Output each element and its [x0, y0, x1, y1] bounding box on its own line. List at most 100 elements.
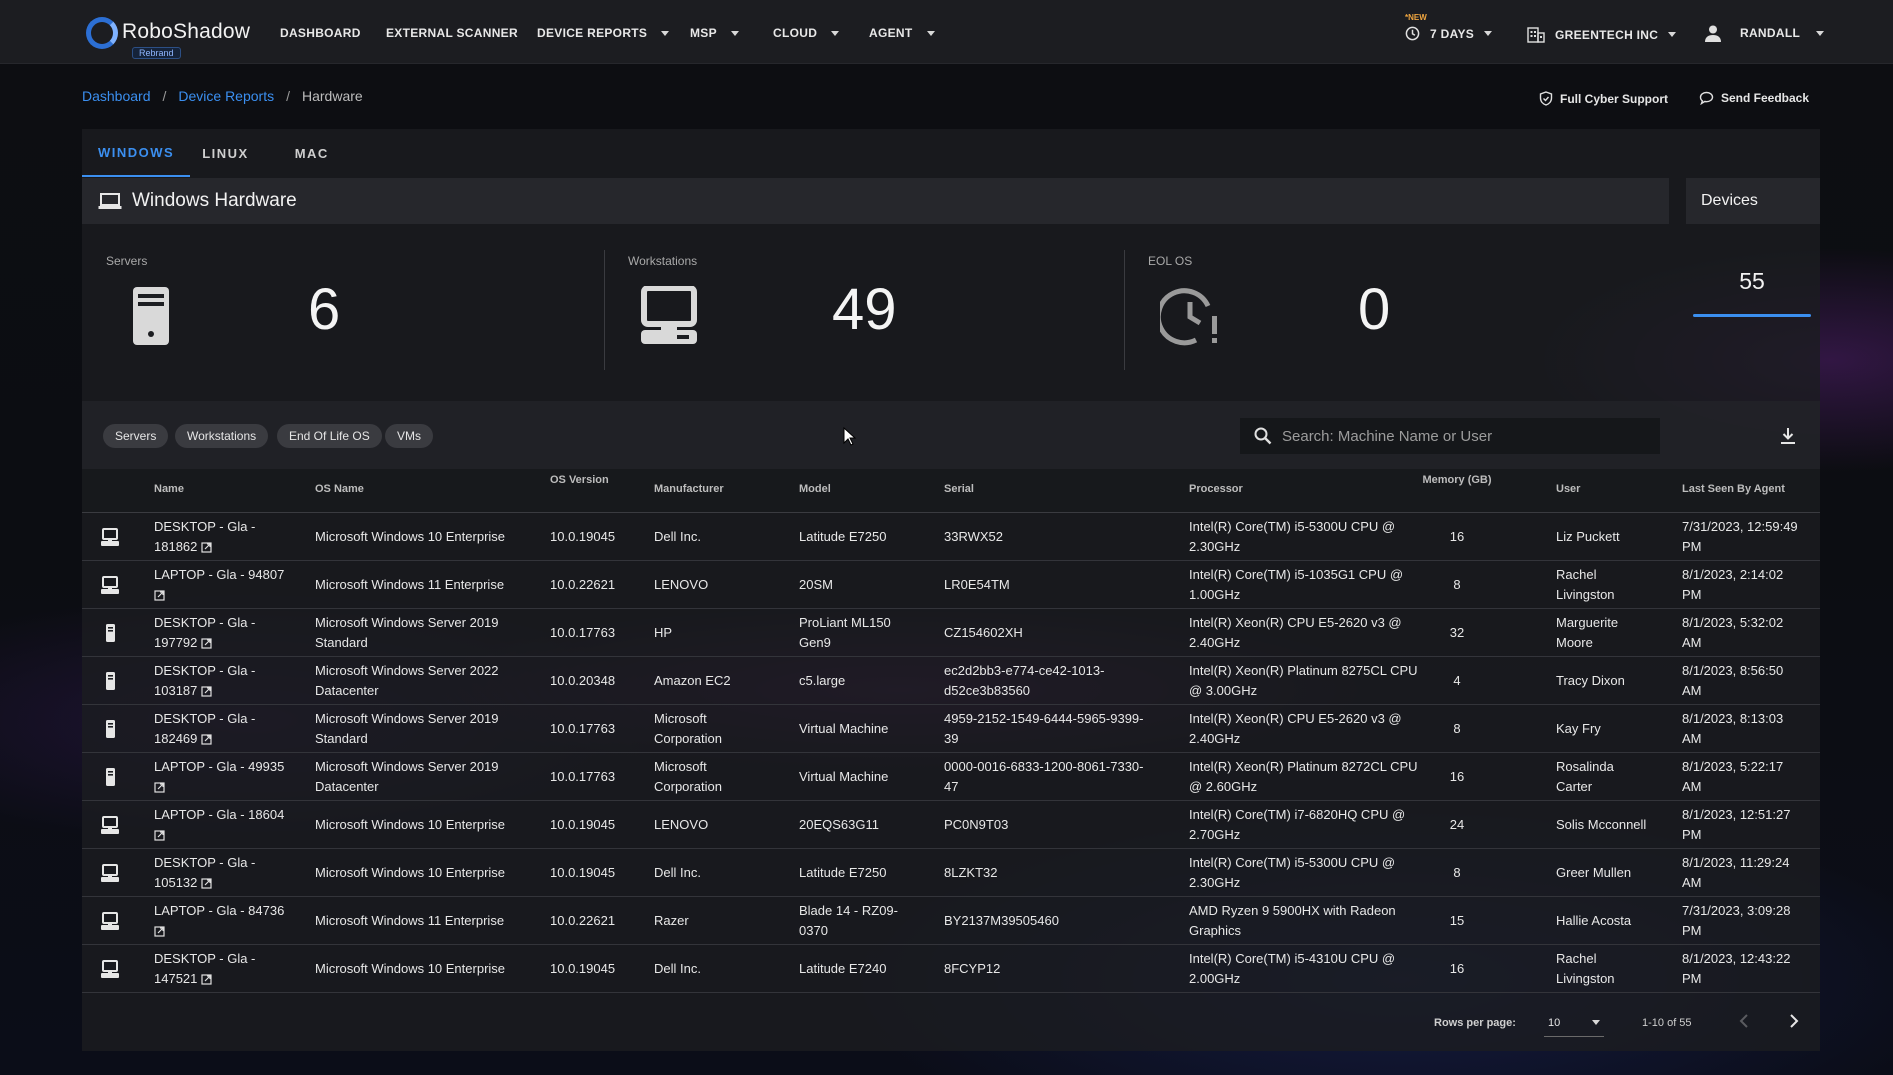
nav-item-msp[interactable]: MSP [690, 26, 739, 40]
next-page-icon[interactable] [1787, 1011, 1801, 1031]
cell-text: 7/31/2023, 12:59:49 [1682, 519, 1798, 534]
cell-last-seen: 8/1/2023, 5:22:17 AM [1682, 757, 1817, 797]
cell-name[interactable]: DESKTOP - Gla - 181862 [154, 517, 304, 559]
cell-name[interactable]: DESKTOP - Gla - 197792 [154, 613, 304, 655]
table-row[interactable]: LAPTOP - Gla - 49935 Microsoft Windows Se… [82, 753, 1820, 801]
cell-text: 0000-0016-6833-1200-8061-7330- [944, 759, 1144, 774]
column-header[interactable]: Memory (GB) [1417, 474, 1497, 486]
open-link-icon[interactable] [201, 971, 212, 991]
tab-windows[interactable]: WINDOWS [82, 129, 191, 177]
stat-workstations[interactable]: Workstations 49 [604, 234, 1124, 384]
breadcrumb-dashboard[interactable]: Dashboard [82, 88, 151, 104]
nav-item-cloud[interactable]: CLOUD [773, 26, 840, 40]
table-row[interactable]: LAPTOP - Gla - 84736 Microsoft Windows 11… [82, 897, 1820, 945]
cell-name[interactable]: DESKTOP - Gla - 105132 [154, 853, 304, 895]
table-row[interactable]: DESKTOP - Gla - 147521 Microsoft Windows 1… [82, 945, 1820, 993]
cell-text: 8 [1453, 865, 1461, 880]
nav-item-agent[interactable]: AGENT [869, 26, 935, 40]
stat-value: 6 [308, 277, 341, 342]
chevron-down-icon [1484, 31, 1493, 36]
pagination-range: 1-10 of 55 [1642, 1017, 1692, 1029]
cell-text: 103187 [154, 683, 198, 698]
column-header[interactable]: User [1556, 483, 1580, 495]
cell-user: Liz Puckett [1556, 527, 1671, 547]
stat-servers[interactable]: Servers 6 [82, 234, 602, 384]
filter-chip-workstations[interactable]: Workstations [175, 424, 269, 448]
stat-label: Servers [106, 254, 148, 268]
stat-eol-os[interactable]: EOL OS 0 [1124, 234, 1664, 384]
cell-text: 181862 [154, 539, 198, 554]
column-header[interactable]: Last Seen By Agent [1682, 483, 1785, 495]
cell-name[interactable]: LAPTOP - Gla - 94807 [154, 565, 304, 607]
open-link-icon[interactable] [154, 587, 165, 607]
open-link-icon[interactable] [154, 827, 165, 847]
cell-os: Microsoft Windows 11 Enterprise [315, 575, 530, 595]
org-selector[interactable]: GREENTECH INC [1527, 26, 1677, 43]
open-link-icon[interactable] [201, 731, 212, 751]
column-header[interactable]: Model [799, 483, 831, 495]
filter-chip-eol-os[interactable]: End Of Life OS [277, 424, 382, 448]
download-icon[interactable] [1779, 427, 1797, 445]
cell-text: Dell Inc. [654, 865, 701, 880]
tab-linux[interactable]: LINUX [196, 129, 265, 177]
open-link-icon[interactable] [201, 635, 212, 655]
cell-manufacturer: Razer [654, 911, 784, 931]
nav-item-dashboard[interactable]: DASHBOARD [280, 26, 361, 40]
filter-chip-servers[interactable]: Servers [103, 424, 169, 448]
support-label: Full Cyber Support [1560, 91, 1668, 106]
open-link-icon[interactable] [154, 779, 165, 799]
tab-mac[interactable]: MAC [279, 129, 345, 177]
cell-text: PM [1682, 539, 1702, 554]
nav-item-device-reports[interactable]: DEVICE REPORTS [537, 26, 670, 40]
app-logo[interactable]: RoboShadow Rebrand [86, 14, 250, 60]
column-header[interactable]: Serial [944, 483, 974, 495]
cell-name[interactable]: LAPTOP - Gla - 84736 [154, 901, 304, 943]
nav-item-label: CLOUD [773, 26, 818, 40]
table-row[interactable]: LAPTOP - Gla - 18604 Microsoft Windows 10… [82, 801, 1820, 849]
section-title: Windows Hardware [132, 190, 297, 211]
cell-text: 10.0.17763 [550, 721, 616, 736]
cell-text: Virtual Machine [799, 721, 889, 736]
user-menu[interactable]: RANDALL [1704, 24, 1825, 42]
send-feedback-button[interactable]: Send Feedback [1699, 91, 1809, 105]
table-row[interactable]: DESKTOP - Gla - 182469 Microsoft Windows S… [82, 705, 1820, 753]
column-header[interactable]: Manufacturer [654, 483, 724, 495]
cell-memory: 8 [1417, 719, 1497, 739]
time-range-selector[interactable]: 7 DAYS [1405, 26, 1493, 41]
full-cyber-support-button[interactable]: Full Cyber Support [1539, 91, 1668, 106]
open-link-icon[interactable] [201, 875, 212, 895]
cell-name[interactable]: LAPTOP - Gla - 18604 [154, 805, 304, 847]
cell-name[interactable]: LAPTOP - Gla - 49935 [154, 757, 304, 799]
column-header[interactable]: OS Name [315, 483, 364, 495]
stat-label: EOL OS [1148, 254, 1193, 268]
table-row[interactable]: DESKTOP - Gla - 197792 Microsoft Windows S… [82, 609, 1820, 657]
cell-name[interactable]: DESKTOP - Gla - 103187 [154, 661, 304, 703]
cell-name[interactable]: DESKTOP - Gla - 182469 [154, 709, 304, 751]
table-row[interactable]: DESKTOP - Gla - 181862 Microsoft Windows 1… [82, 513, 1820, 561]
cell-text: DESKTOP - Gla - [154, 519, 256, 534]
cell-version: 10.0.19045 [550, 959, 640, 979]
cell-name[interactable]: DESKTOP - Gla - 147521 [154, 949, 304, 991]
open-link-icon[interactable] [154, 923, 165, 943]
prev-page-icon[interactable] [1737, 1011, 1751, 1031]
cell-text: DESKTOP - Gla - [154, 711, 256, 726]
table-row[interactable]: DESKTOP - Gla - 105132 Microsoft Windows 1… [82, 849, 1820, 897]
table-row[interactable]: DESKTOP - Gla - 103187 Microsoft Windows S… [82, 657, 1820, 705]
nav-item-external-scanner[interactable]: EXTERNAL SCANNER [386, 26, 518, 40]
filter-chip-vms[interactable]: VMs [385, 424, 433, 448]
cell-version: 10.0.20348 [550, 671, 640, 691]
open-link-icon[interactable] [201, 683, 212, 703]
cell-user: Marguerite Moore [1556, 613, 1671, 653]
cell-version: 10.0.17763 [550, 719, 640, 739]
breadcrumb-device-reports[interactable]: Device Reports [178, 88, 274, 104]
search-field[interactable]: Search: Machine Name or User [1240, 418, 1660, 454]
column-header[interactable]: Name [154, 483, 184, 495]
cell-text: Dell Inc. [654, 961, 701, 976]
column-header[interactable]: OS Version [550, 474, 609, 486]
table-row[interactable]: LAPTOP - Gla - 94807 Microsoft Windows 11… [82, 561, 1820, 609]
cell-text: 182469 [154, 731, 198, 746]
cell-text: Intel(R) Core(TM) i5-1035G1 CPU @ [1189, 567, 1404, 582]
rows-per-page-select[interactable]: 10 [1544, 1009, 1604, 1037]
open-link-icon[interactable] [201, 539, 212, 559]
column-header[interactable]: Processor [1189, 483, 1243, 495]
